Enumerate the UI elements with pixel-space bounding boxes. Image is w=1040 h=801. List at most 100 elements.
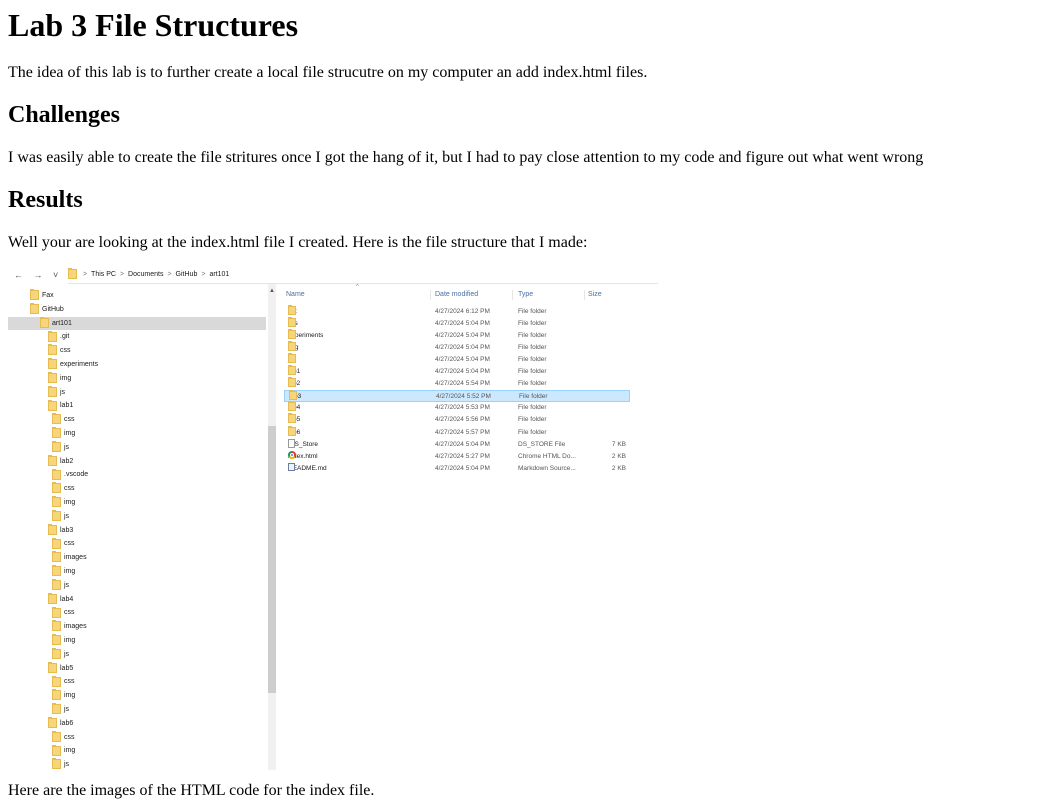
tree-item-label: img xyxy=(64,747,76,755)
breadcrumb: > This PC > Documents > GitHub > art101 xyxy=(68,268,658,284)
folder-icon xyxy=(48,330,57,342)
file-row: README.md 4/27/2024 5:04 PM Markdown Sourc… xyxy=(284,462,630,475)
folder-icon xyxy=(48,344,57,356)
tree-item-label: lab2 xyxy=(60,457,74,465)
file-name: README.md xyxy=(288,462,327,472)
file-row: lab2 4/27/2024 5:54 PM File folder xyxy=(284,377,630,390)
file-icon xyxy=(288,438,295,448)
chrome-icon xyxy=(288,450,296,459)
tree-item-label: css xyxy=(64,733,75,741)
tree-item: img xyxy=(52,565,75,578)
markdown-file-icon xyxy=(288,462,295,471)
folder-icon xyxy=(288,353,296,364)
tree-item: css xyxy=(52,413,75,426)
folder-icon xyxy=(288,317,296,328)
file-name: lab6 xyxy=(288,425,300,439)
tree-item: css xyxy=(52,730,75,744)
file-type: File folder xyxy=(518,320,547,328)
folder-icon xyxy=(288,425,296,436)
file-type: Chrome HTML Do... xyxy=(518,452,576,460)
html-code-paragraph: Here are the images of the HTML code for… xyxy=(8,782,375,799)
folder-icon xyxy=(52,440,61,452)
file-row: experiments 4/27/2024 5:04 PM File folder xyxy=(284,329,630,342)
list-header: Name ^ Date modified Type Size xyxy=(284,284,644,302)
tree-item: lab4 xyxy=(48,592,73,606)
breadcrumb-segment: art101 xyxy=(209,270,230,278)
folder-icon xyxy=(52,744,61,756)
file-row: js4/27/2024 5:04 PMFile folder xyxy=(284,353,630,366)
tree-item-label: js xyxy=(64,761,70,769)
tree-item: art101 xyxy=(8,316,266,330)
file-type: File folder xyxy=(518,344,547,352)
challenges-paragraph: I was easily able to create the file str… xyxy=(8,149,924,166)
file-type: Markdown Source... xyxy=(518,464,576,472)
tree-item: css xyxy=(48,344,71,357)
folder-icon xyxy=(48,716,57,728)
file-size: 7 KB xyxy=(611,440,626,448)
folder-icon xyxy=(48,385,57,397)
file-name: experiments xyxy=(288,329,324,340)
breadcrumb-separator: > xyxy=(201,270,206,278)
folder-icon xyxy=(52,758,61,770)
tree-item: lab3 xyxy=(48,523,74,537)
tree-item-label: experiments xyxy=(60,361,99,368)
file-size: 2 KB xyxy=(611,452,626,460)
folder-icon xyxy=(48,661,57,673)
tree-item: img xyxy=(52,427,75,440)
tree-item-label: lab6 xyxy=(60,719,74,727)
tree-item-label: js xyxy=(64,512,70,520)
column-divider xyxy=(584,290,585,300)
tree-item: .git xyxy=(48,330,69,343)
folder-icon xyxy=(48,592,57,604)
folder-icon xyxy=(52,578,61,590)
file-type: File folder xyxy=(518,332,547,340)
breadcrumb-separator: > xyxy=(119,270,125,278)
folder-icon xyxy=(288,341,296,352)
folder-icon xyxy=(289,390,297,401)
tree-item: js xyxy=(52,647,69,661)
tree-item-label: lab3 xyxy=(60,526,74,534)
file-list: Name ^ Date modified Type Size .git4/27/… xyxy=(284,284,660,770)
folder-icon xyxy=(40,316,49,328)
folder-icon xyxy=(52,647,61,659)
challenges-heading: Challenges xyxy=(8,102,121,128)
file-date: 4/27/2024 5:57 PM xyxy=(435,428,490,436)
folder-icon xyxy=(52,730,61,742)
intro-paragraph: The idea of this lab is to further creat… xyxy=(8,64,648,81)
file-size: 2 KB xyxy=(611,464,626,472)
tree-item-label: js xyxy=(64,706,70,713)
folder-icon xyxy=(68,268,77,279)
tree-item-label: .git xyxy=(60,333,70,341)
tree-item: css xyxy=(52,606,75,619)
folder-icon xyxy=(30,289,39,301)
tree-item: js xyxy=(52,578,69,592)
file-date: 4/27/2024 5:56 PM xyxy=(435,416,490,424)
page-title: Lab 3 File Structures xyxy=(8,7,299,43)
file-name: index.html xyxy=(288,450,318,460)
column-type: Type xyxy=(518,291,534,298)
sort-caret-icon: ^ xyxy=(356,284,359,290)
breadcrumb-separator: > xyxy=(82,270,88,278)
file-row: lab6 4/27/2024 5:57 PM File folder xyxy=(284,425,630,439)
column-divider xyxy=(430,290,431,300)
tree-item: lab1 xyxy=(48,399,73,412)
folder-icon xyxy=(52,606,61,618)
folder-icon xyxy=(288,377,296,388)
tree-item-label: css xyxy=(64,540,75,548)
file-row: img4/27/2024 5:04 PMFile folder xyxy=(284,341,630,354)
tree-item: js xyxy=(52,758,69,770)
folder-icon xyxy=(52,537,61,549)
tree-item-label: img xyxy=(64,430,76,437)
file-type: DS_STORE File xyxy=(518,440,566,448)
tree-item-label: .vscode xyxy=(64,471,89,479)
tree-item: img xyxy=(52,634,75,647)
tree-item-label: css xyxy=(64,416,75,424)
tree-item: js xyxy=(52,509,70,523)
tree-item: js xyxy=(48,385,65,399)
folder-icon xyxy=(52,634,61,646)
tree-item: .vscode xyxy=(52,468,88,481)
file-row: .DS_Store 4/27/2024 5:04 PM DS_STORE File 7… xyxy=(284,438,630,451)
folder-icon xyxy=(288,329,296,340)
results-heading: Results xyxy=(8,187,83,213)
breadcrumb-segment: Documents xyxy=(128,270,164,278)
